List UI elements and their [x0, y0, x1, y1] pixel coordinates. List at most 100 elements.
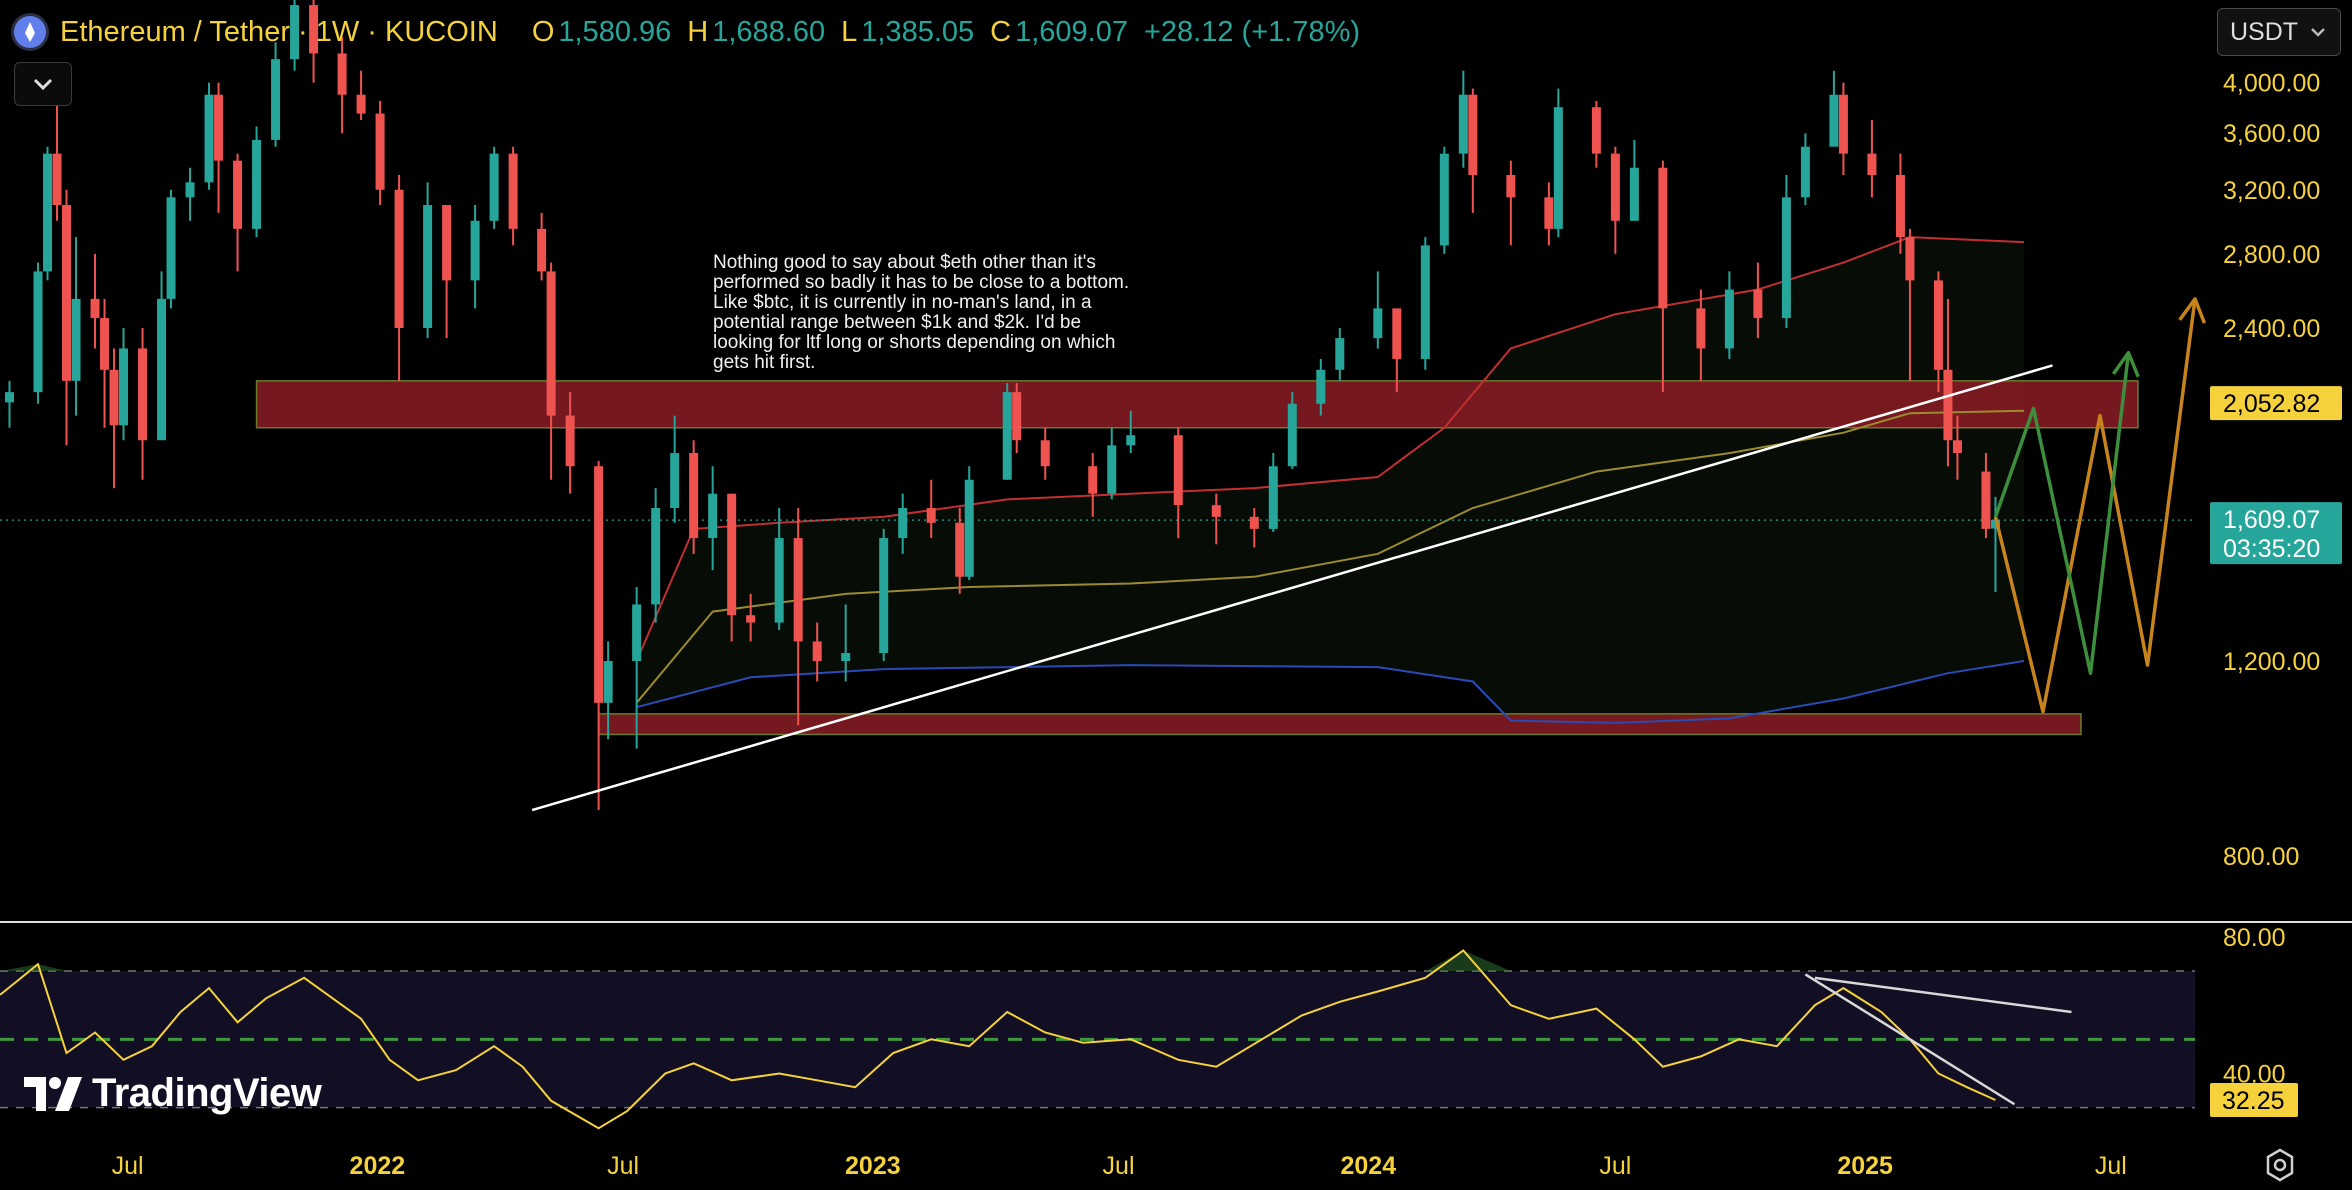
candle[interactable] [1468, 88, 1478, 213]
candle[interactable] [1629, 139, 1639, 221]
candle[interactable] [1800, 133, 1810, 206]
candle-body [33, 271, 43, 393]
candle[interactable] [1838, 82, 1848, 175]
candle[interactable] [1544, 182, 1554, 246]
candle[interactable] [394, 174, 404, 381]
candle[interactable] [119, 328, 129, 441]
candle[interactable] [157, 271, 167, 441]
candle[interactable] [33, 262, 43, 404]
time-tick-label: Jul [1599, 1152, 1631, 1180]
candle-body [565, 415, 575, 467]
candle[interactable] [1553, 88, 1563, 238]
candle[interactable] [185, 167, 195, 221]
candle-body [489, 153, 499, 221]
candle[interactable] [5, 380, 15, 428]
candle-body [394, 189, 404, 329]
candle[interactable] [1420, 237, 1430, 370]
candle-body [5, 392, 15, 403]
candle[interactable] [1724, 271, 1734, 360]
candle-body [1316, 369, 1326, 404]
candle-body [632, 604, 642, 662]
resistance-zone[interactable] [255, 380, 2139, 429]
candle-body [1629, 167, 1639, 221]
candle[interactable] [62, 189, 72, 446]
candle-body [1249, 516, 1259, 529]
candle[interactable] [442, 205, 452, 339]
price-tick-label: 800.00 [2223, 843, 2299, 871]
candle[interactable] [356, 70, 366, 121]
candle-body [1287, 403, 1297, 467]
candle[interactable] [1610, 146, 1620, 254]
candle[interactable] [271, 42, 281, 147]
support-zone[interactable] [597, 713, 2082, 736]
candle[interactable] [879, 528, 889, 662]
candle[interactable] [109, 348, 119, 489]
candle[interactable] [1458, 70, 1468, 168]
chart-canvas[interactable]: 40.0080.0032.25 800.001,200.002,400.002,… [0, 0, 2352, 1190]
candle[interactable] [1373, 271, 1383, 349]
candle[interactable] [689, 440, 699, 554]
rsi-overbought-fill [1463, 950, 1511, 971]
candle[interactable] [90, 253, 100, 349]
candle[interactable] [470, 205, 480, 309]
candle-body [109, 369, 119, 426]
candle-body [470, 220, 480, 281]
candle[interactable] [1040, 427, 1050, 480]
candle-body [138, 348, 148, 441]
candle[interactable] [1506, 160, 1516, 246]
candle[interactable] [166, 189, 176, 309]
projection-path-1[interactable] [1993, 298, 2197, 714]
candle-body [1696, 308, 1706, 349]
candle[interactable] [1012, 383, 1022, 454]
currency-select[interactable]: USDT [2217, 8, 2341, 56]
candle[interactable] [233, 153, 243, 272]
candle[interactable] [1867, 120, 1877, 198]
candle[interactable] [537, 212, 547, 281]
rsi-value-label: 32.25 [2222, 1087, 2285, 1115]
candle-body [1173, 435, 1183, 506]
symbol-title[interactable]: Ethereum / Tether · 1W · KUCOIN [60, 16, 498, 49]
candle[interactable] [670, 415, 680, 523]
candle[interactable] [1268, 453, 1278, 532]
open-label: O [531, 15, 555, 48]
analysis-note[interactable]: Nothing good to say about $eth other tha… [713, 253, 1133, 373]
settings-icon[interactable] [2262, 1147, 2298, 1183]
candle[interactable] [1591, 100, 1601, 168]
candle-body [1895, 174, 1905, 238]
candle-body [1781, 197, 1791, 319]
candle[interactable] [100, 298, 110, 428]
candle[interactable] [793, 508, 803, 726]
candle-body [423, 205, 433, 329]
tradingview-mark-icon [24, 1076, 82, 1111]
candle-body [1724, 289, 1734, 349]
candle[interactable] [214, 82, 224, 213]
low-label: L [841, 15, 858, 48]
candle[interactable] [204, 82, 214, 190]
candle[interactable] [964, 466, 974, 581]
candle[interactable] [1392, 308, 1402, 393]
candle-body [100, 318, 110, 370]
candle[interactable] [508, 146, 518, 246]
candle-body [1126, 435, 1136, 446]
candle[interactable] [423, 182, 433, 339]
candle[interactable] [1781, 174, 1791, 329]
candle[interactable] [138, 328, 148, 480]
candle[interactable] [1002, 383, 1012, 480]
candle[interactable] [252, 126, 262, 238]
candle[interactable] [489, 146, 499, 229]
candle[interactable] [594, 460, 604, 811]
candle[interactable] [43, 146, 53, 281]
price-tick-label: 1,200.00 [2223, 648, 2320, 676]
candle[interactable] [1335, 328, 1345, 381]
candle[interactable] [375, 100, 385, 206]
collapse-legend-button[interactable] [14, 62, 72, 106]
candle[interactable] [651, 488, 661, 623]
candle[interactable] [546, 262, 556, 480]
candle[interactable] [1439, 146, 1449, 254]
candle-body [1553, 107, 1563, 229]
candle-body [1040, 440, 1050, 467]
candle[interactable] [1107, 427, 1117, 500]
candle-body [1753, 289, 1763, 319]
candle[interactable] [71, 237, 81, 416]
candle[interactable] [1829, 70, 1839, 147]
